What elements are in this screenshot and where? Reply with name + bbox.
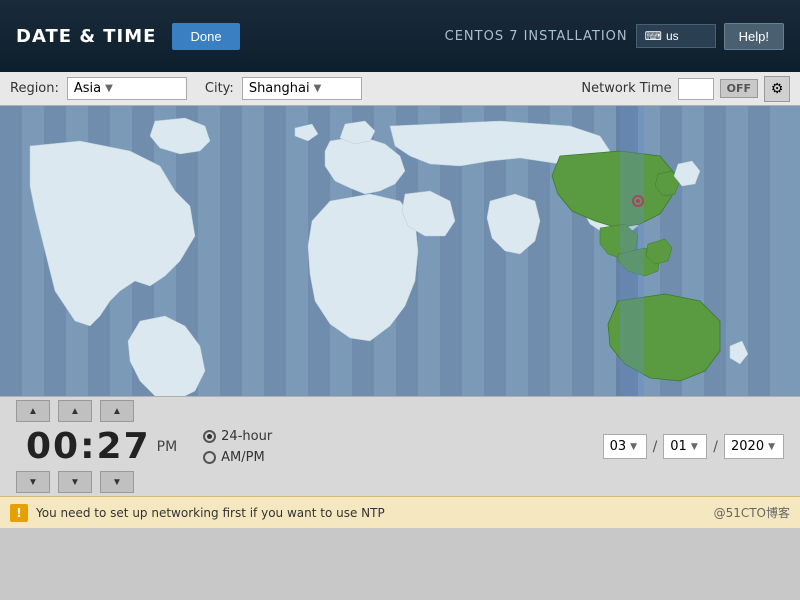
city-select[interactable]: Shanghai ▼: [242, 77, 362, 100]
radio-ampm-circle: [203, 451, 216, 464]
ntp-server-box: [678, 78, 714, 100]
centos-label: CENTOS 7 INSTALLATION: [445, 29, 628, 44]
done-button[interactable]: Done: [172, 23, 239, 50]
keyboard-icon: ⌨: [645, 29, 662, 43]
seconds-down-button[interactable]: ▼: [100, 471, 134, 493]
year-spinner: 2020 ▼: [724, 434, 784, 459]
time-section: ▲ ▲ ▲ 00 : 27 PM ▼ ▼ ▼ 24-hour AM/PM: [0, 396, 800, 496]
header-left: DATE & TIME Done: [16, 23, 240, 50]
status-left: ! You need to set up networking first if…: [10, 504, 385, 522]
timezone-highlight: [620, 106, 644, 396]
time-spinners-up: ▲ ▲ ▲ 00 : 27 PM ▼ ▼ ▼: [16, 400, 187, 493]
radio-24hour[interactable]: 24-hour: [203, 429, 272, 444]
region-label: Region:: [10, 81, 59, 96]
radio-24hour-label: 24-hour: [221, 429, 272, 444]
page-title: DATE & TIME: [16, 26, 156, 47]
header-right: CENTOS 7 INSTALLATION ⌨ Help!: [445, 23, 784, 50]
day-spinner: 01 ▼: [663, 434, 707, 459]
time-ampm: PM: [157, 439, 178, 455]
date-spinners: 03 ▼ / 01 ▼ / 2020 ▼: [603, 434, 784, 459]
radio-24hour-circle: [203, 430, 216, 443]
time-colon: :: [80, 426, 96, 467]
city-value: Shanghai: [249, 81, 310, 96]
time-hours: 00: [26, 426, 80, 467]
region-chevron-icon: ▼: [105, 83, 113, 94]
search-box: ⌨: [636, 24, 716, 48]
month-value: 03: [610, 439, 627, 454]
day-chevron-icon: ▼: [691, 442, 698, 452]
ntp-toggle[interactable]: OFF: [720, 79, 758, 98]
year-chevron-icon: ▼: [768, 442, 775, 452]
date-slash-1: /: [653, 439, 658, 455]
hours-down-button[interactable]: ▼: [16, 471, 50, 493]
ntp-section: Network Time OFF ⚙: [581, 76, 790, 102]
status-bar: ! You need to set up networking first if…: [0, 496, 800, 528]
seconds-up-button[interactable]: ▲: [100, 400, 134, 422]
time-display: 00 : 27 PM: [26, 426, 177, 467]
radio-ampm-label: AM/PM: [221, 450, 265, 465]
time-minutes: 27: [97, 426, 151, 467]
ntp-settings-button[interactable]: ⚙: [764, 76, 790, 102]
ntp-label: Network Time: [581, 81, 671, 96]
year-value: 2020: [731, 439, 764, 454]
time-format-group: 24-hour AM/PM: [203, 429, 272, 465]
warning-icon: !: [10, 504, 28, 522]
brand-label: @51CTO博客: [714, 504, 790, 521]
month-spinner: 03 ▼: [603, 434, 647, 459]
minutes-up-button[interactable]: ▲: [58, 400, 92, 422]
search-input[interactable]: [666, 29, 716, 43]
minutes-down-button[interactable]: ▼: [58, 471, 92, 493]
status-message: You need to set up networking first if y…: [36, 506, 385, 520]
up-arrow-row: ▲ ▲ ▲: [16, 400, 187, 422]
gear-icon: ⚙: [771, 81, 784, 97]
region-select[interactable]: Asia ▼: [67, 77, 187, 100]
city-chevron-icon: ▼: [314, 83, 322, 94]
month-chevron-icon: ▼: [630, 442, 637, 452]
day-select[interactable]: 01 ▼: [663, 434, 707, 459]
city-label: City:: [205, 81, 234, 96]
help-button[interactable]: Help!: [724, 23, 784, 50]
radio-ampm[interactable]: AM/PM: [203, 450, 272, 465]
map-container[interactable]: [0, 106, 800, 396]
toolbar: Region: Asia ▼ City: Shanghai ▼ Network …: [0, 72, 800, 106]
month-select[interactable]: 03 ▼: [603, 434, 647, 459]
day-value: 01: [670, 439, 687, 454]
down-arrow-row: ▼ ▼ ▼: [16, 471, 187, 493]
region-value: Asia: [74, 81, 101, 96]
hours-up-button[interactable]: ▲: [16, 400, 50, 422]
world-map[interactable]: [0, 106, 800, 396]
date-slash-2: /: [713, 439, 718, 455]
year-select[interactable]: 2020 ▼: [724, 434, 784, 459]
header: DATE & TIME Done CENTOS 7 INSTALLATION ⌨…: [0, 0, 800, 72]
